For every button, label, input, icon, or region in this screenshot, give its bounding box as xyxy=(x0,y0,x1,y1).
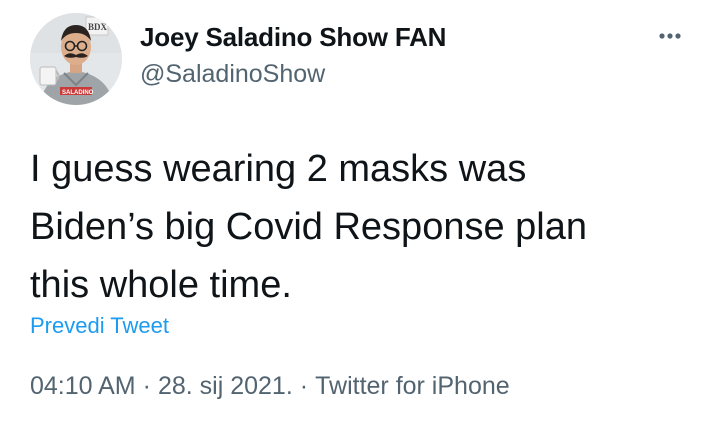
avatar-sign-text: BDX xyxy=(88,22,108,32)
author-handle[interactable]: @SaladinoShow xyxy=(140,60,325,89)
meta-separator: · xyxy=(299,372,309,400)
translate-tweet-link[interactable]: Prevedi Tweet xyxy=(30,313,169,339)
author-display-name[interactable]: Joey Saladino Show FAN xyxy=(140,22,446,53)
tweet-source[interactable]: Twitter for iPhone xyxy=(315,372,510,400)
more-options-button[interactable] xyxy=(650,22,690,50)
tweet-time[interactable]: 04:10 AM xyxy=(30,372,136,400)
avatar[interactable]: BDX SALADINO xyxy=(30,13,122,105)
meta-separator: · xyxy=(142,372,151,400)
tweet-meta: 04:10 AM · 28. sij 2021. · Twitter for iPhon… xyxy=(30,372,510,401)
tweet-date[interactable]: 28. sij 2021. xyxy=(158,372,293,400)
avatar-image: BDX SALADINO xyxy=(30,13,122,105)
avatar-shirt-text: SALADINO xyxy=(62,90,94,96)
more-horizontal-icon xyxy=(659,33,681,39)
tweet-text: I guess wearing 2 masks was Biden’s big … xyxy=(30,148,587,306)
